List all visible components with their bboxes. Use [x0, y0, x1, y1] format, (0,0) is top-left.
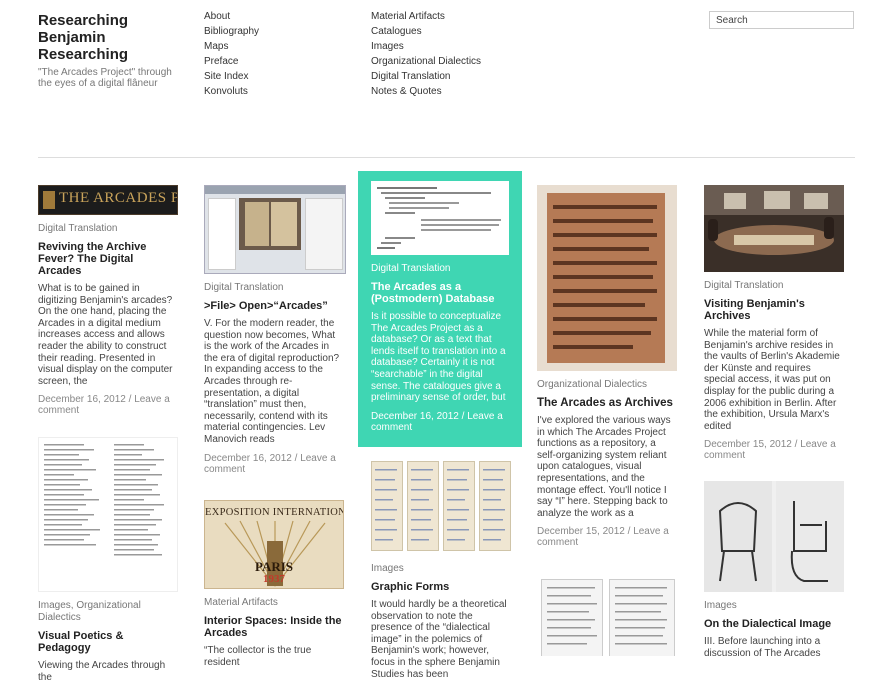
post-card: Organizational Dialectics The Arcades as…	[537, 185, 677, 548]
post-category[interactable]: Material Artifacts	[204, 597, 344, 609]
menu-item-digital-translation[interactable]: Digital Translation	[371, 69, 481, 84]
post-category[interactable]: Digital Translation	[204, 282, 344, 294]
post-excerpt: I've explored the various ways in which …	[537, 415, 671, 519]
post-date[interactable]: December 15, 2012	[537, 526, 625, 537]
post-date[interactable]: December 16, 2012	[204, 453, 292, 464]
post-thumbnail[interactable]: THE ARCADES PROJECT	[38, 185, 178, 215]
post-card: EXPOSITION INTERNATIONALE PARIS 1937 Mat…	[204, 500, 344, 668]
post-meta: December 15, 2012 / Leave a comment	[704, 439, 836, 462]
post-excerpt: While the material form of Benjamin's ar…	[704, 328, 840, 432]
menu-item-about[interactable]: About	[204, 9, 259, 24]
post-title[interactable]: Interior Spaces: Inside the Arcades	[204, 615, 344, 639]
post-meta: December 16, 2012 / Leave a comment	[204, 452, 336, 475]
post-excerpt: What is to be gained in digitizing Benja…	[38, 283, 173, 387]
post-title[interactable]: The Arcades as Archives	[537, 397, 677, 409]
menu-item-catalogues[interactable]: Catalogues	[371, 24, 481, 39]
post-excerpt: It would hardly be a theoretical observa…	[371, 599, 507, 680]
post-category[interactable]: Images	[371, 563, 511, 575]
menu-item-organizational-dialectics[interactable]: Organizational Dialectics	[371, 54, 481, 69]
menu-item-images[interactable]: Images	[371, 39, 481, 54]
post-category-link[interactable]: Images	[38, 600, 71, 611]
post-title[interactable]: The Arcades as a (Postmodern) Database	[371, 281, 509, 305]
post-category[interactable]: Digital Translation	[704, 280, 844, 292]
code-snippet-image	[377, 187, 501, 249]
chair-photos-image	[704, 481, 844, 592]
post-card	[537, 577, 677, 656]
post-category[interactable]: Images	[704, 600, 844, 612]
post-excerpt: V. For the modern reader, the question n…	[204, 318, 340, 445]
post-card-highlighted[interactable]: Digital Translation The Arcades as a (Po…	[358, 171, 522, 447]
manuscript-lines	[375, 469, 505, 541]
primary-menu: About Bibliography Maps Preface Site Ind…	[204, 9, 259, 99]
menu-item-material-artifacts[interactable]: Material Artifacts	[371, 9, 481, 24]
post-meta: December 16, 2012 / Leave a comment	[371, 410, 503, 433]
text-list-image	[44, 444, 164, 556]
post-thumbnail[interactable]	[371, 455, 511, 555]
post-category[interactable]: Organizational Dialectics	[537, 379, 677, 391]
post-excerpt: Is it possible to conceptualize The Arca…	[371, 311, 506, 404]
post-category[interactable]: Digital Translation	[38, 223, 178, 235]
post-title[interactable]: >File> Open>“Arcades”	[204, 300, 344, 312]
post-thumbnail[interactable]	[371, 181, 509, 255]
post-excerpt: “The collector is the true resident	[204, 645, 312, 668]
post-meta: December 16, 2012 / Leave a comment	[38, 394, 170, 417]
site-tagline: "The Arcades Project" through the eyes o…	[38, 67, 172, 89]
post-title[interactable]: Reviving the Archive Fever? The Digital …	[38, 241, 178, 277]
post-thumbnail[interactable]	[204, 185, 346, 274]
post-category: Images, Organizational Dialectics	[38, 600, 141, 623]
post-title[interactable]: On the Dialectical Image	[704, 618, 844, 630]
poster-year: 1937	[263, 573, 285, 585]
post-date[interactable]: December 15, 2012	[704, 439, 792, 450]
post-meta: December 15, 2012 / Leave a comment	[537, 526, 669, 549]
post-thumbnail[interactable]	[537, 185, 677, 371]
menu-item-maps[interactable]: Maps	[204, 39, 259, 54]
post-thumbnail[interactable]	[537, 577, 677, 656]
post-date[interactable]: December 16, 2012	[38, 394, 126, 405]
post-thumbnail[interactable]	[38, 437, 178, 592]
search-input[interactable]	[709, 11, 854, 29]
menu-item-preface[interactable]: Preface	[204, 54, 259, 69]
post-category[interactable]: Digital Translation	[371, 263, 509, 275]
post-thumbnail[interactable]	[704, 481, 844, 592]
category-menu: Material Artifacts Catalogues Images Org…	[371, 9, 481, 99]
post-card: THE ARCADES PROJECT Digital Translation …	[38, 185, 178, 416]
menu-item-konvoluts[interactable]: Konvoluts	[204, 84, 259, 99]
post-date[interactable]: December 16, 2012	[371, 411, 459, 422]
book-page-lines	[547, 587, 667, 645]
post-thumbnail[interactable]	[704, 185, 844, 272]
post-card: Images On the Dialectical Image III. Bef…	[704, 481, 844, 659]
header-divider	[38, 157, 855, 158]
menu-item-notes-quotes[interactable]: Notes & Quotes	[371, 84, 481, 99]
thumbnail-title: THE ARCADES PROJECT	[59, 190, 177, 206]
post-card: Digital Translation >File> Open>“Arcades…	[204, 185, 346, 475]
post-card: Digital Translation Visiting Benjamin's …	[704, 185, 844, 461]
post-title[interactable]: Visual Poetics & Pedagogy	[38, 630, 178, 654]
post-title[interactable]: Visiting Benjamin's Archives	[704, 298, 844, 322]
post-excerpt: Viewing the Arcades through the	[38, 660, 166, 683]
post-card: Images Graphic Forms It would hardly be …	[371, 455, 511, 680]
menu-item-site-index[interactable]: Site Index	[204, 69, 259, 84]
post-title[interactable]: Graphic Forms	[371, 581, 511, 593]
site-title[interactable]: Researching Benjamin Researching	[38, 12, 178, 63]
post-card: Images, Organizational Dialectics Visual…	[38, 437, 178, 683]
post-thumbnail[interactable]: EXPOSITION INTERNATIONALE PARIS 1937	[204, 500, 344, 589]
menu-item-bibliography[interactable]: Bibliography	[204, 24, 259, 39]
